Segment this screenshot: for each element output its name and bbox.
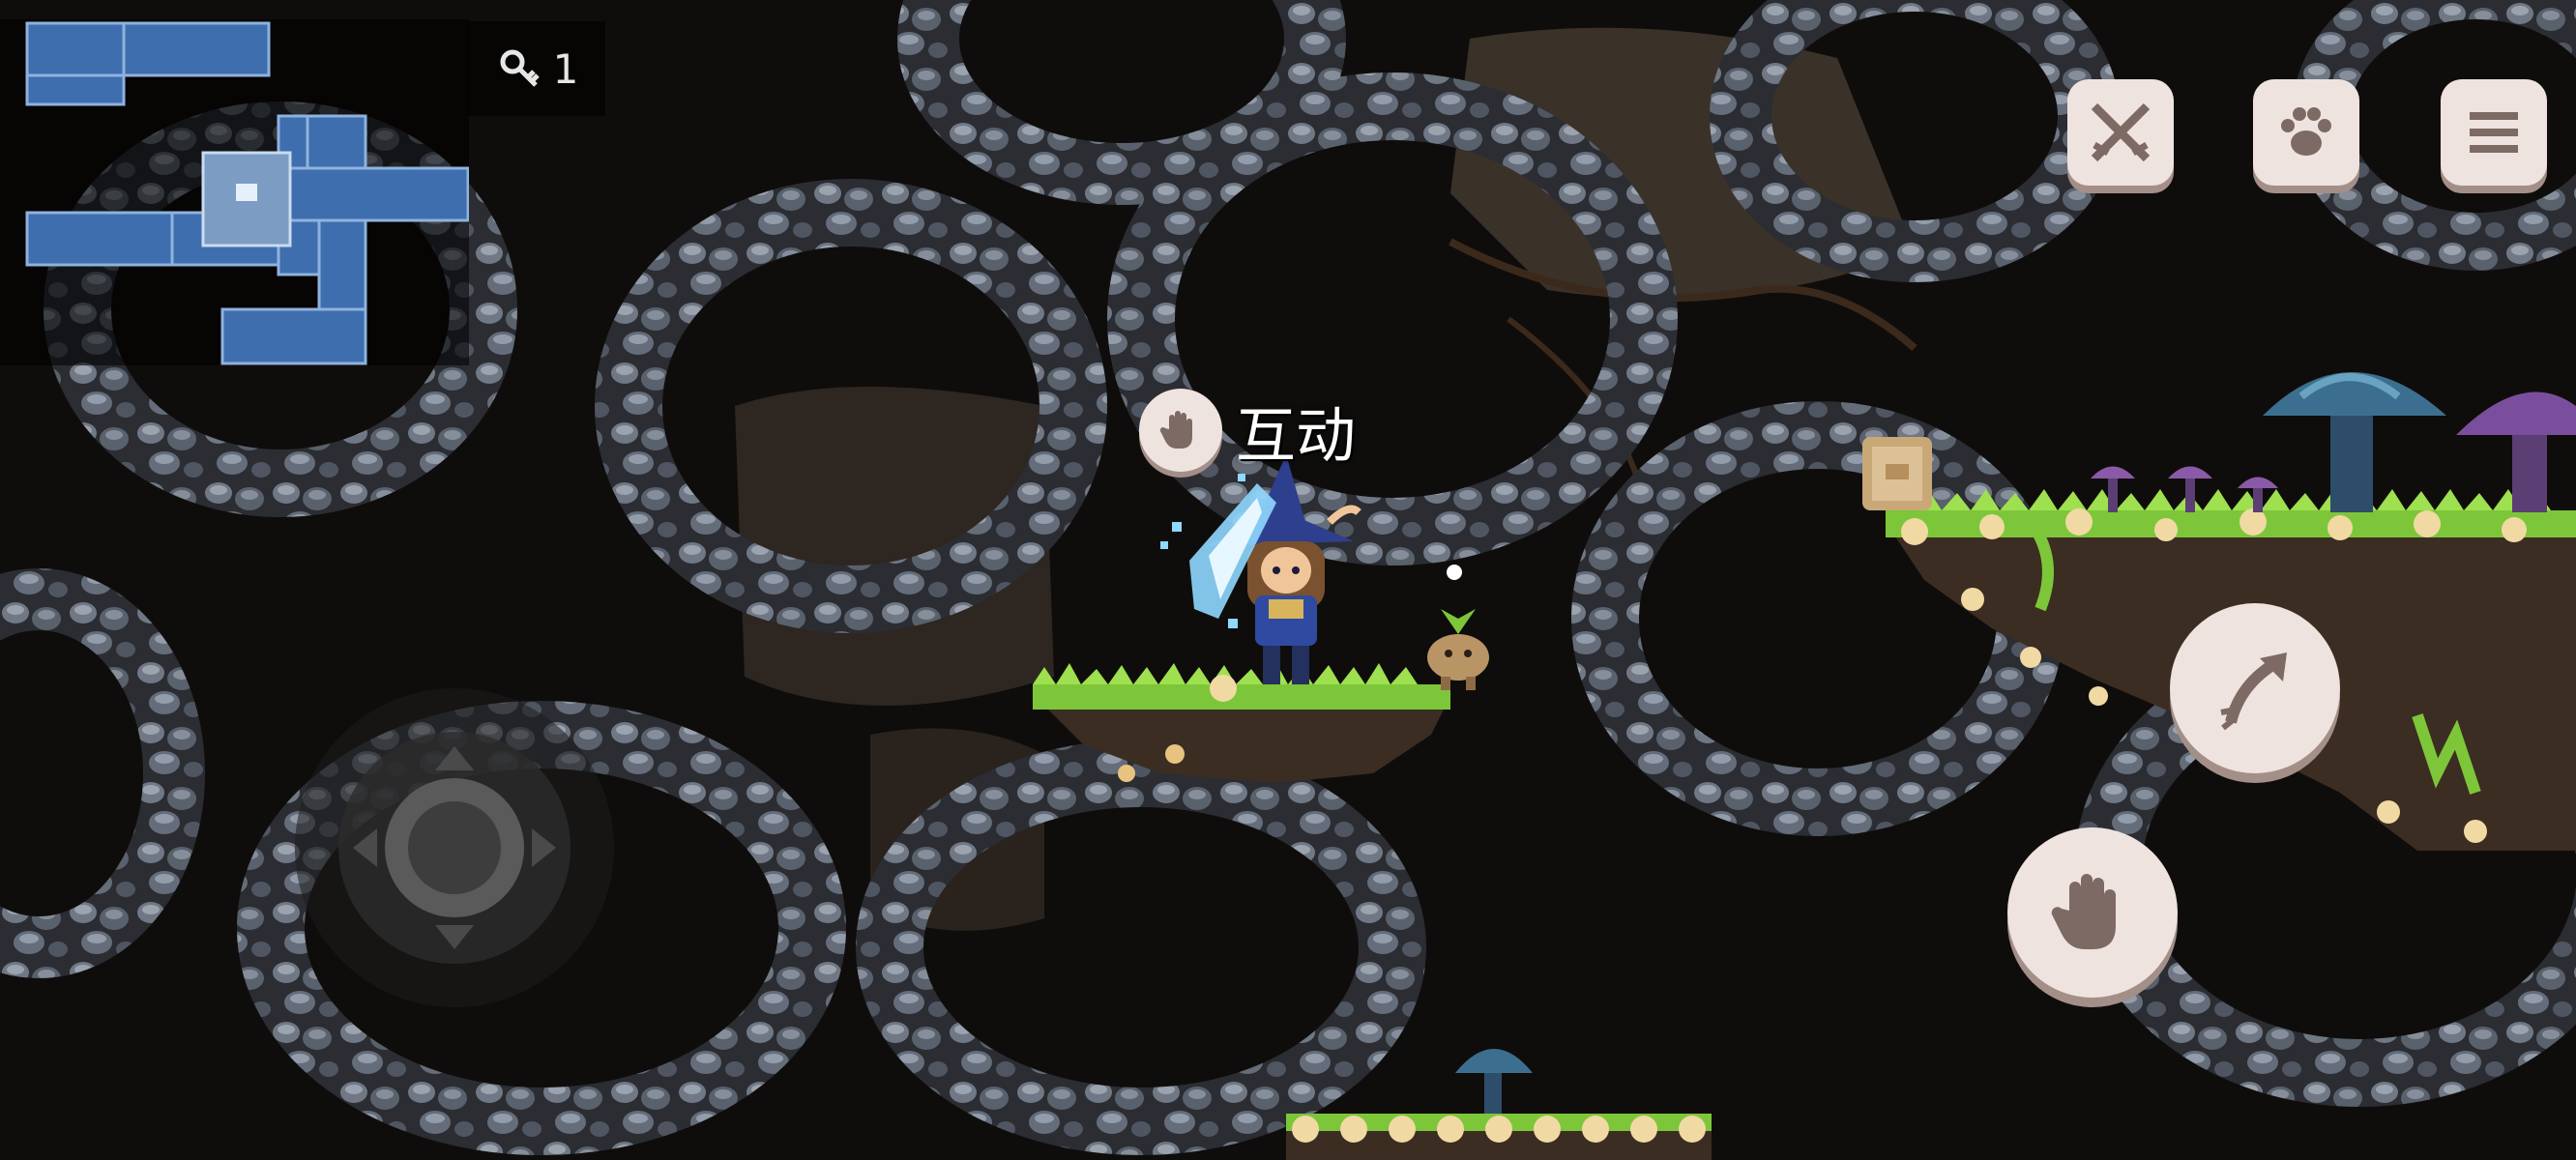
- paw-icon: [2281, 107, 2331, 156]
- virtual-joystick[interactable]: [295, 688, 614, 1007]
- minimap-rooms: [25, 21, 470, 365]
- crossed-swords-icon: [2091, 102, 2151, 162]
- grass-ledge-bottom: [1286, 1114, 1712, 1160]
- arrow-up-right-icon: [2220, 652, 2287, 731]
- interact-prompt-badge: [1139, 389, 1222, 472]
- jump-button[interactable]: [2170, 603, 2340, 773]
- interact-prompt-label: 互动: [1236, 400, 1357, 471]
- key-count: 1: [552, 44, 579, 93]
- hamburger-menu-icon: [2470, 112, 2518, 153]
- menu-button[interactable]: [2441, 79, 2547, 186]
- joystick-graphic: [338, 732, 571, 964]
- minimap[interactable]: [0, 19, 470, 365]
- key-counter: 1: [468, 21, 605, 116]
- breakable-crate: [1862, 437, 1932, 510]
- interact-button[interactable]: [2007, 827, 2178, 998]
- hand-icon: [1159, 411, 1192, 449]
- hand-icon: [2051, 874, 2116, 949]
- pet-button[interactable]: [2253, 79, 2359, 186]
- interact-prompt[interactable]: 互动: [1139, 387, 1356, 474]
- attack-skills-button[interactable]: [2067, 79, 2174, 186]
- key-icon: [500, 49, 540, 87]
